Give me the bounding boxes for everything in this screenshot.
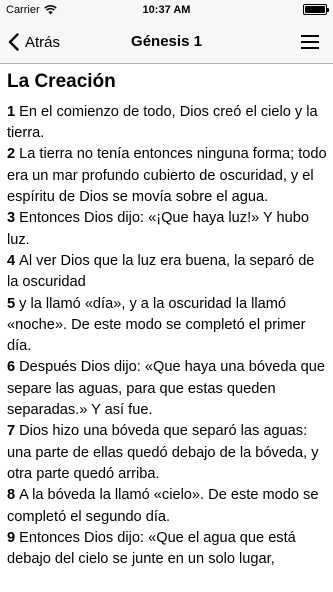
verse-text: A la bóveda la llamó «cielo». De este mo… bbox=[7, 487, 319, 525]
verse-text: Al ver Dios que la luz era buena, la sep… bbox=[7, 252, 315, 291]
status-time: 10:37 AM bbox=[142, 4, 191, 16]
status-bar: Carrier 10:37 AM bbox=[0, 0, 333, 20]
chapter-content: La Creación 1 En el comienzo de todo, Dio… bbox=[7, 64, 329, 570]
page-title: Génesis 1 bbox=[131, 33, 202, 50]
verse-text: En el comienzo de todo, Dios creó el cie… bbox=[7, 103, 318, 142]
verse-text: Después Dios dijo: «Que haya una bóveda … bbox=[7, 359, 325, 419]
verse-number: 1 bbox=[7, 103, 16, 120]
verse: 3 Entonces Dios dijo: «¡Que haya luz!» Y … bbox=[7, 208, 329, 251]
verse-number: 6 bbox=[7, 359, 16, 376]
verse-text: La tierra no tenía entonces ninguna form… bbox=[7, 146, 327, 206]
battery-icon bbox=[303, 4, 329, 15]
verse: 7 Dios hizo una bóveda que separó las agu… bbox=[7, 421, 329, 485]
verse: 2 La tierra no tenía entonces ninguna for… bbox=[7, 144, 329, 208]
verse-text: y la llamó «día», y a la oscuridad la ll… bbox=[7, 295, 306, 355]
status-right bbox=[303, 4, 329, 15]
menu-button[interactable] bbox=[301, 33, 319, 51]
verse: 1 En el comienzo de todo, Dios creó el ci… bbox=[7, 102, 329, 145]
chapter-heading: La Creación bbox=[7, 71, 116, 92]
verse: 8A la bóveda la llamó «cielo». De este m… bbox=[7, 485, 329, 528]
verse-number: 7 bbox=[7, 423, 16, 440]
verse-number: 2 bbox=[7, 146, 16, 163]
verse-number: 8 bbox=[7, 487, 16, 504]
verse-text: Entonces Dios dijo: «Que el agua que est… bbox=[7, 529, 296, 568]
hamburger-icon bbox=[301, 35, 319, 37]
verse: 5y la llamó «día», y a la oscuridad la l… bbox=[7, 294, 329, 358]
verse-text: Dios hizo una bóveda que separó las agua… bbox=[7, 423, 319, 482]
verse-number: 4 bbox=[7, 252, 16, 269]
verse-text: Entonces Dios dijo: «¡Que haya luz!» Y h… bbox=[7, 210, 310, 248]
verse-number: 9 bbox=[7, 529, 16, 546]
verse: 4 Al ver Dios que la luz era buena, la se… bbox=[7, 251, 329, 294]
verse: 6 Después Dios dijo: «Que haya una bóveda… bbox=[7, 357, 329, 421]
verse: 9 Entonces Dios dijo: «Que el agua que es… bbox=[7, 528, 329, 571]
navigation-bar: Atrás Génesis 1 bbox=[0, 20, 333, 64]
verse-number: 5 bbox=[7, 295, 16, 312]
verse-number: 3 bbox=[7, 210, 16, 227]
